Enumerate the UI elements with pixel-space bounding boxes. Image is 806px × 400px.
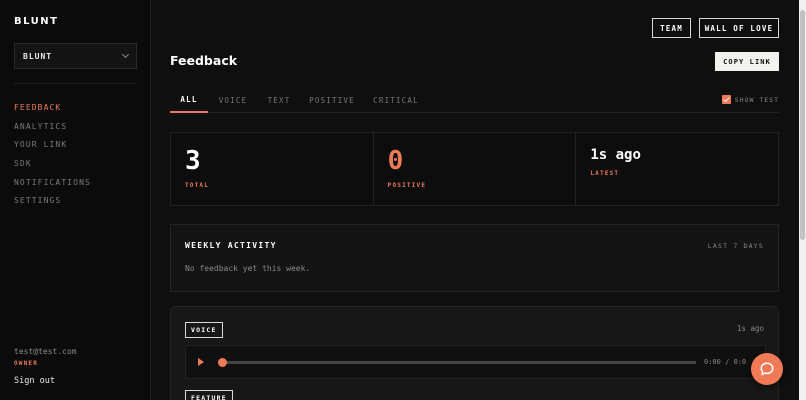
tab-all[interactable]: ALL <box>170 88 208 113</box>
sidebar-item-notifications[interactable]: NOTIFICATIONS <box>14 173 91 192</box>
feedback-type-badge: VOICE <box>185 322 223 338</box>
workspace-select[interactable]: BLUNT <box>14 43 137 69</box>
chat-bubble-button[interactable] <box>751 353 783 385</box>
sidebar-item-settings[interactable]: SETTINGS <box>14 191 91 210</box>
stat-positive-value: 0 <box>387 146 404 176</box>
stat-latest-label: LATEST <box>590 170 620 177</box>
page-title: Feedback <box>170 53 238 68</box>
weekly-activity-empty: No feedback yet this week. <box>185 264 311 273</box>
chat-bubble-icon <box>760 362 774 376</box>
chevron-down-icon <box>121 50 130 59</box>
sign-out-link[interactable]: Sign out <box>14 376 77 386</box>
sidebar-item-sdk[interactable]: SDK <box>14 154 91 173</box>
feedback-timestamp: 1s ago <box>736 324 764 333</box>
tab-critical[interactable]: CRITICAL <box>373 88 418 112</box>
sidebar-item-analytics[interactable]: ANALYTICS <box>14 117 91 136</box>
stats-row: 3 TOTAL 0 POSITIVE 1s ago LATEST <box>170 132 779 206</box>
sidebar-divider <box>14 83 137 84</box>
stat-latest: 1s ago LATEST <box>576 133 779 205</box>
play-icon[interactable] <box>198 358 204 366</box>
audio-progress-knob[interactable] <box>218 357 227 367</box>
audio-progress-track[interactable] <box>218 357 696 367</box>
user-block: test@test.com OWNER Sign out <box>14 347 77 386</box>
show-test-label: SHOW TEST <box>734 95 779 104</box>
feature-badge: FEATURE <box>185 390 233 400</box>
sidebar-nav: FEEDBACK ANALYTICS YOUR LINK SDK NOTIFIC… <box>14 98 91 210</box>
audio-player: 0:00 / 0:0 <box>185 345 766 379</box>
scrollbar-thumb[interactable] <box>800 10 805 240</box>
feedback-card[interactable]: VOICE 1s ago 0:00 / 0:0 FEATURE <box>170 306 779 400</box>
tab-positive[interactable]: POSITIVE <box>309 88 354 112</box>
tab-text[interactable]: TEXT <box>264 88 294 112</box>
team-button[interactable]: TEAM <box>652 18 691 38</box>
user-role: OWNER <box>14 360 39 367</box>
page-scrollbar[interactable] <box>799 0 806 400</box>
sidebar-item-feedback[interactable]: FEEDBACK <box>14 98 91 117</box>
show-test-toggle[interactable]: SHOW TEST <box>721 95 779 104</box>
weekly-activity-range: LAST 7 DAYS <box>707 242 764 250</box>
checkmark-icon[interactable] <box>721 95 731 104</box>
audio-time: 0:00 / 0:0 <box>704 358 747 366</box>
stat-total-value: 3 <box>185 146 201 176</box>
brand-logo[interactable]: BLUNT <box>14 16 58 27</box>
copy-link-button[interactable]: COPY LINK <box>715 52 779 71</box>
workspace-select-label: BLUNT <box>23 51 53 61</box>
stat-positive-label: POSITIVE <box>387 182 427 189</box>
user-email: test@test.com <box>14 347 77 356</box>
stat-latest-value: 1s ago <box>590 147 641 163</box>
stat-positive: 0 POSITIVE <box>373 133 577 205</box>
stat-total-label: TOTAL <box>185 182 210 189</box>
sidebar: BLUNT BLUNT FEEDBACK ANALYTICS YOUR LINK… <box>0 0 151 400</box>
tab-voice[interactable]: VOICE <box>216 88 250 112</box>
wall-of-love-button[interactable]: WALL OF LOVE <box>699 18 779 38</box>
stat-total: 3 TOTAL <box>171 133 374 205</box>
weekly-activity-panel: WEEKLY ACTIVITY LAST 7 DAYS No feedback … <box>170 224 779 292</box>
sidebar-item-your-link[interactable]: YOUR LINK <box>14 135 91 154</box>
weekly-activity-title: WEEKLY ACTIVITY <box>185 241 277 250</box>
filter-tabs: ALL VOICE TEXT POSITIVE CRITICAL SHOW TE… <box>170 88 779 113</box>
